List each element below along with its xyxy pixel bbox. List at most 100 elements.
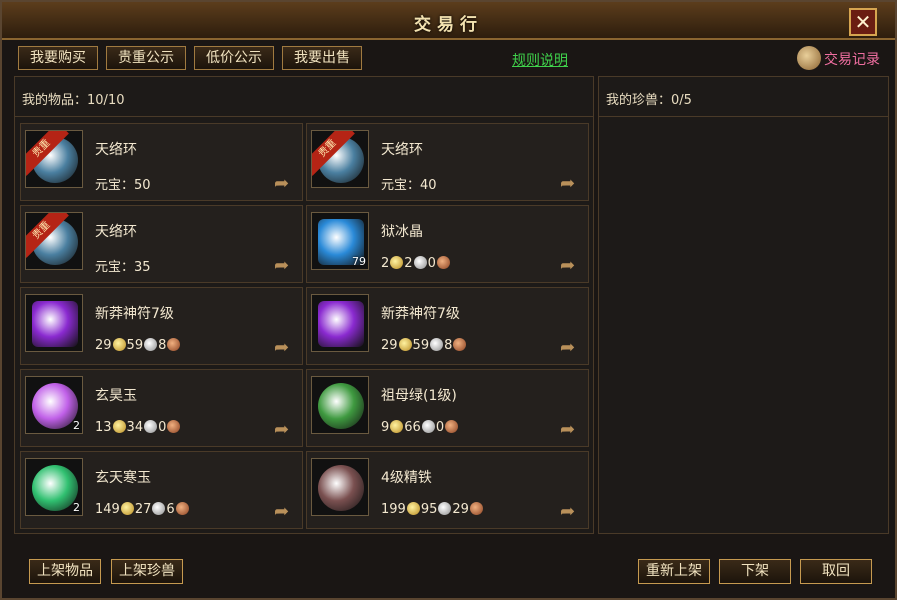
silver-coin-icon bbox=[144, 420, 158, 433]
retrieve-button[interactable]: 取回 bbox=[800, 559, 872, 584]
item-price: 149 27 6 bbox=[95, 502, 190, 517]
yuanbao-value: 50 bbox=[134, 178, 151, 193]
item-card[interactable]: 新莽神符7级 29 59 8 ➦ bbox=[20, 287, 303, 365]
share-arrow-icon[interactable]: ➦ bbox=[274, 503, 296, 521]
list-item-button[interactable]: 上架物品 bbox=[29, 559, 101, 584]
copper-coin-icon bbox=[436, 256, 450, 269]
item-card[interactable]: 祖母绿(1级) 9 66 0 ➦ bbox=[306, 369, 589, 447]
jade-ring-icon bbox=[311, 376, 369, 434]
talisman-icon bbox=[25, 294, 83, 352]
silver-amount: 2 bbox=[404, 256, 413, 271]
gold-amount: 29 bbox=[95, 338, 112, 353]
item-card[interactable]: 贵重 天络环 元宝：35 ➦ bbox=[20, 205, 303, 283]
silver-amount: 27 bbox=[134, 502, 152, 517]
item-card[interactable]: 4级精铁 199 95 29 ➦ bbox=[306, 451, 589, 529]
silver-coin-icon bbox=[438, 502, 452, 515]
share-arrow-icon[interactable]: ➦ bbox=[560, 421, 582, 439]
item-card[interactable]: 2 玄昊玉 13 34 0 ➦ bbox=[20, 369, 303, 447]
talisman-icon bbox=[311, 294, 369, 352]
item-card[interactable]: 新莽神符7级 29 59 8 ➦ bbox=[306, 287, 589, 365]
item-price: 元宝：40 bbox=[381, 174, 437, 193]
copper-coin-icon bbox=[175, 502, 189, 515]
silver-amount: 95 bbox=[420, 502, 438, 517]
my-pets-label: 我的珍兽： bbox=[606, 93, 672, 108]
item-name: 新莽神符7级 bbox=[95, 306, 174, 322]
title-bar: 交易行 ✕ bbox=[2, 2, 895, 40]
relist-button[interactable]: 重新上架 bbox=[638, 559, 710, 584]
share-arrow-icon[interactable]: ➦ bbox=[560, 339, 582, 357]
item-image bbox=[32, 465, 78, 511]
item-price: 220 bbox=[381, 256, 451, 271]
item-card[interactable]: 贵重 天络环 元宝：40 ➦ bbox=[306, 123, 589, 201]
my-pets-panel: 我的珍兽：0/5 bbox=[598, 76, 889, 534]
yuanbao-label: 元宝： bbox=[95, 178, 135, 193]
gold-amount: 13 bbox=[95, 420, 112, 435]
silver-amount: 66 bbox=[404, 420, 421, 435]
share-arrow-icon[interactable]: ➦ bbox=[560, 503, 582, 521]
ice-crystal-icon: 79 bbox=[311, 212, 369, 270]
silver-amount: 34 bbox=[126, 420, 144, 435]
list-pet-button[interactable]: 上架珍兽 bbox=[111, 559, 183, 584]
ring-icon: 贵重 bbox=[25, 130, 83, 188]
copper-amount: 8 bbox=[158, 338, 167, 353]
share-arrow-icon[interactable]: ➦ bbox=[274, 257, 296, 275]
item-quantity: 2 bbox=[73, 419, 80, 432]
rules-link[interactable]: 规则说明 bbox=[512, 50, 568, 70]
tab-buy[interactable]: 我要购买 bbox=[18, 46, 98, 70]
copper-amount: 0 bbox=[435, 420, 445, 435]
share-arrow-icon[interactable]: ➦ bbox=[274, 339, 296, 357]
silver-amount: 59 bbox=[412, 338, 430, 353]
silver-coin-icon bbox=[152, 502, 166, 515]
scroll-icon bbox=[797, 46, 821, 70]
tab-valuable-notice[interactable]: 贵重公示 bbox=[106, 46, 186, 70]
gold-coin-icon bbox=[390, 256, 404, 269]
gold-coin-icon bbox=[112, 338, 126, 351]
item-image bbox=[32, 301, 78, 347]
item-card[interactable]: 79 狱冰晶 2 2 0 ➦ bbox=[306, 205, 589, 283]
item-price: 29 59 8 bbox=[95, 338, 181, 353]
yuanbao-label: 元宝： bbox=[381, 178, 421, 193]
item-name: 新莽神符7级 bbox=[381, 306, 460, 322]
delist-button[interactable]: 下架 bbox=[719, 559, 791, 584]
my-items-label: 我的物品： bbox=[22, 93, 88, 108]
gold-amount: 2 bbox=[381, 256, 390, 271]
copper-amount: 6 bbox=[166, 502, 175, 517]
copper-coin-icon bbox=[453, 338, 467, 351]
tab-low-price-notice[interactable]: 低价公示 bbox=[194, 46, 274, 70]
gold-amount: 29 bbox=[381, 338, 398, 353]
item-name: 4级精铁 bbox=[381, 470, 432, 486]
copper-coin-icon bbox=[445, 420, 459, 433]
yuanbao-label: 元宝： bbox=[95, 260, 135, 275]
item-price: 9 66 0 bbox=[381, 420, 459, 435]
gold-coin-icon bbox=[112, 420, 126, 433]
item-name: 天络环 bbox=[95, 224, 137, 240]
yuanbao-value: 35 bbox=[134, 260, 151, 275]
copper-coin-icon bbox=[167, 338, 181, 351]
my-pets-count: 0/5 bbox=[671, 93, 692, 108]
item-price: 元宝：50 bbox=[95, 174, 151, 193]
yuanbao-value: 40 bbox=[420, 178, 437, 193]
gold-coin-icon bbox=[390, 420, 404, 433]
item-name: 祖母绿(1级) bbox=[381, 388, 457, 404]
share-arrow-icon[interactable]: ➦ bbox=[274, 421, 296, 439]
item-name: 天络环 bbox=[95, 142, 137, 158]
copper-amount: 0 bbox=[158, 420, 167, 435]
close-button[interactable]: ✕ bbox=[849, 8, 877, 36]
my-items-header: 我的物品：10/10 bbox=[15, 77, 593, 117]
item-card[interactable]: 2 玄天寒玉 149 27 6 ➦ bbox=[20, 451, 303, 529]
tab-sell[interactable]: 我要出售 bbox=[282, 46, 362, 70]
item-name: 玄天寒玉 bbox=[95, 470, 151, 486]
gold-amount: 199 bbox=[381, 502, 406, 517]
my-items-count: 10/10 bbox=[87, 93, 125, 108]
silver-coin-icon bbox=[421, 420, 435, 433]
item-card[interactable]: 贵重 天络环元宝：50 ➦ bbox=[20, 123, 303, 201]
gold-coin-icon bbox=[398, 338, 412, 351]
item-image bbox=[318, 465, 364, 511]
share-arrow-icon[interactable]: ➦ bbox=[560, 257, 582, 275]
share-arrow-icon[interactable]: ➦ bbox=[274, 175, 296, 193]
item-name: 天络环 bbox=[381, 142, 423, 158]
gold-coin-icon bbox=[120, 502, 134, 515]
item-quantity: 79 bbox=[352, 255, 366, 268]
share-arrow-icon[interactable]: ➦ bbox=[560, 175, 582, 193]
item-price: 元宝：35 bbox=[95, 256, 151, 275]
